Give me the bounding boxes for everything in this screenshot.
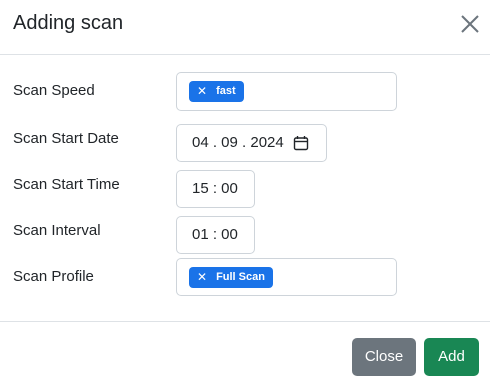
scan-profile-select[interactable]: ✕ Full Scan: [176, 258, 397, 296]
calendar-icon[interactable]: [293, 135, 309, 151]
scan-start-time-value: 15 : 00: [192, 180, 238, 197]
add-button[interactable]: Add: [424, 338, 479, 376]
scan-speed-label: Scan Speed: [13, 82, 95, 99]
close-button[interactable]: Close: [352, 338, 416, 376]
scan-profile-tag: ✕ Full Scan: [189, 267, 273, 288]
tag-remove-icon[interactable]: ✕: [197, 81, 207, 102]
tag-remove-icon[interactable]: ✕: [197, 267, 207, 288]
modal-title: Adding scan: [13, 12, 124, 34]
scan-interval-value: 01 : 00: [192, 226, 238, 243]
scan-start-date-label: Scan Start Date: [13, 130, 119, 147]
scan-speed-tag-label: fast: [216, 85, 236, 97]
scan-profile-tag-label: Full Scan: [216, 271, 265, 283]
modal-footer: Close Add: [0, 321, 490, 384]
scan-start-date-value: 04 . 09 . 2024: [192, 134, 284, 151]
scan-interval-label: Scan Interval: [13, 222, 101, 239]
scan-speed-select[interactable]: ✕ fast: [176, 72, 397, 111]
scan-start-time-label: Scan Start Time: [13, 176, 120, 193]
scan-interval-input[interactable]: 01 : 00: [176, 216, 255, 254]
scan-speed-tag: ✕ fast: [189, 81, 244, 102]
scan-start-date-input[interactable]: 04 . 09 . 2024: [176, 124, 327, 162]
scan-profile-label: Scan Profile: [13, 268, 94, 285]
modal-header: Adding scan: [0, 0, 490, 55]
adding-scan-modal: Adding scan Scan Speed ✕ fast Scan Start…: [0, 0, 490, 384]
scan-start-time-input[interactable]: 15 : 00: [176, 170, 255, 208]
close-x-icon[interactable]: [459, 13, 481, 35]
